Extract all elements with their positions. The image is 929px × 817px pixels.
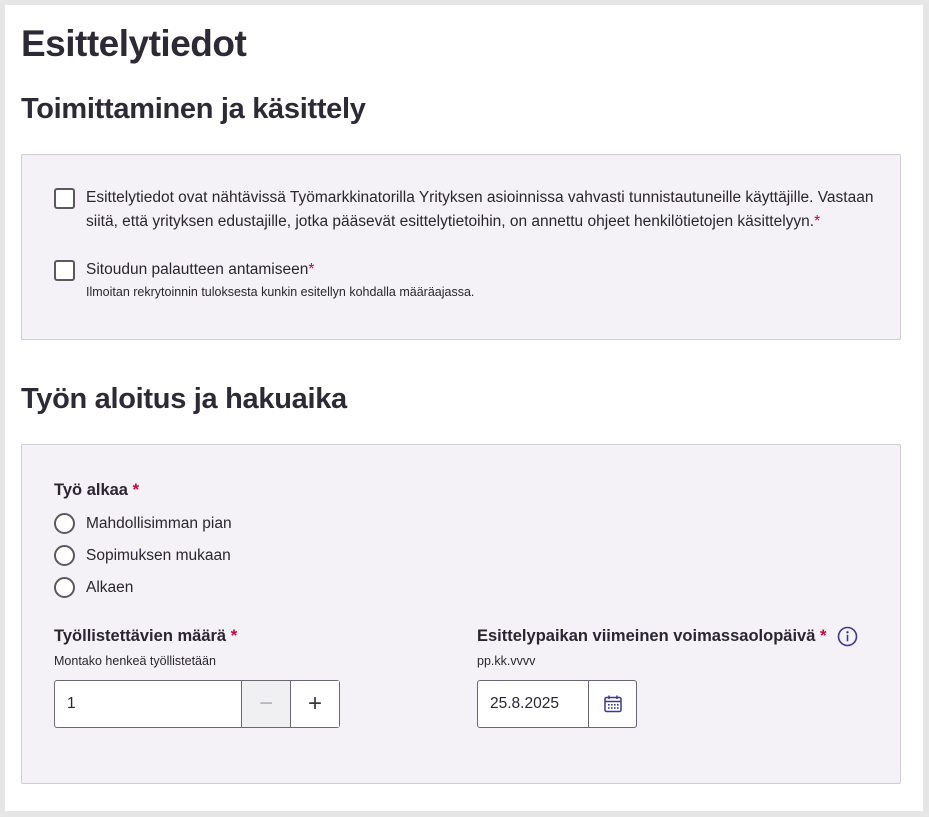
consent-checkbox[interactable] bbox=[54, 188, 75, 209]
consent-label-text: Esittelytiedot ovat nähtävissä Työmarkki… bbox=[86, 189, 874, 230]
calendar-icon bbox=[603, 695, 622, 713]
work-start-label: Työ alkaa * bbox=[54, 481, 139, 500]
plus-icon: + bbox=[307, 690, 322, 717]
radio-label: Sopimuksen mukaan bbox=[86, 546, 231, 564]
feedback-label-text: Sitoudun palautteen antamiseen bbox=[86, 261, 309, 278]
handling-panel: Esittelytiedot ovat nähtävissä Työmarkki… bbox=[21, 154, 901, 340]
employees-count-input[interactable] bbox=[55, 681, 241, 727]
radio-option-asap[interactable]: Mahdollisimman pian bbox=[54, 513, 232, 534]
radio-option-starting[interactable]: Alkaen bbox=[54, 577, 133, 598]
employees-count-stepper: − + bbox=[54, 680, 340, 728]
radio-label: Alkaen bbox=[86, 578, 134, 596]
required-mark: * bbox=[132, 481, 139, 499]
radio-button[interactable] bbox=[54, 545, 75, 566]
required-mark: * bbox=[814, 213, 821, 230]
employees-count-label: Työllistettävien määrä * bbox=[54, 627, 237, 646]
valid-until-label-text: Esittelypaikan viimeinen voimassaolopäiv… bbox=[477, 627, 816, 645]
required-mark: * bbox=[308, 261, 315, 278]
section-title-start: Työn aloitus ja hakuaika bbox=[21, 383, 347, 415]
radio-label: Mahdollisimman pian bbox=[86, 514, 232, 532]
page-title: Esittelytiedot bbox=[21, 23, 247, 64]
info-icon[interactable] bbox=[837, 626, 858, 647]
radio-button[interactable] bbox=[54, 513, 75, 534]
feedback-help-text: Ilmoitan rekrytoinnin tuloksesta kunkin … bbox=[86, 285, 475, 299]
radio-button[interactable] bbox=[54, 577, 75, 598]
consent-label: Esittelytiedot ovat nähtävissä Työmarkki… bbox=[86, 186, 876, 234]
valid-until-input[interactable] bbox=[478, 681, 588, 727]
consent-checkbox-row[interactable]: Esittelytiedot ovat nähtävissä Työmarkki… bbox=[54, 186, 876, 234]
valid-until-date-field bbox=[477, 680, 637, 728]
employees-count-help: Montako henkeä työllistetään bbox=[54, 654, 216, 668]
radio-option-by-agreement[interactable]: Sopimuksen mukaan bbox=[54, 545, 231, 566]
feedback-label: Sitoudun palautteen antamiseen* Ilmoitan… bbox=[86, 258, 474, 301]
valid-until-label: Esittelypaikan viimeinen voimassaolopäiv… bbox=[477, 627, 826, 646]
employees-count-label-text: Työllistettävien määrä bbox=[54, 627, 227, 645]
minus-icon: − bbox=[258, 690, 273, 717]
increment-button[interactable]: + bbox=[290, 681, 339, 727]
page: Esittelytiedot Toimittaminen ja käsittel… bbox=[5, 5, 923, 811]
required-mark: * bbox=[230, 627, 238, 645]
feedback-checkbox[interactable] bbox=[54, 260, 75, 281]
work-start-label-text: Työ alkaa bbox=[54, 481, 128, 499]
decrement-button[interactable]: − bbox=[241, 681, 290, 727]
calendar-button[interactable] bbox=[588, 681, 636, 727]
section-title-handling: Toimittaminen ja käsittely bbox=[21, 93, 366, 125]
start-panel: Työ alkaa * Mahdollisimman pian Sopimuks… bbox=[21, 444, 901, 784]
required-mark: * bbox=[820, 627, 827, 645]
valid-until-help: pp.kk.vvvv bbox=[477, 654, 536, 668]
feedback-checkbox-row[interactable]: Sitoudun palautteen antamiseen* Ilmoitan… bbox=[54, 258, 474, 301]
